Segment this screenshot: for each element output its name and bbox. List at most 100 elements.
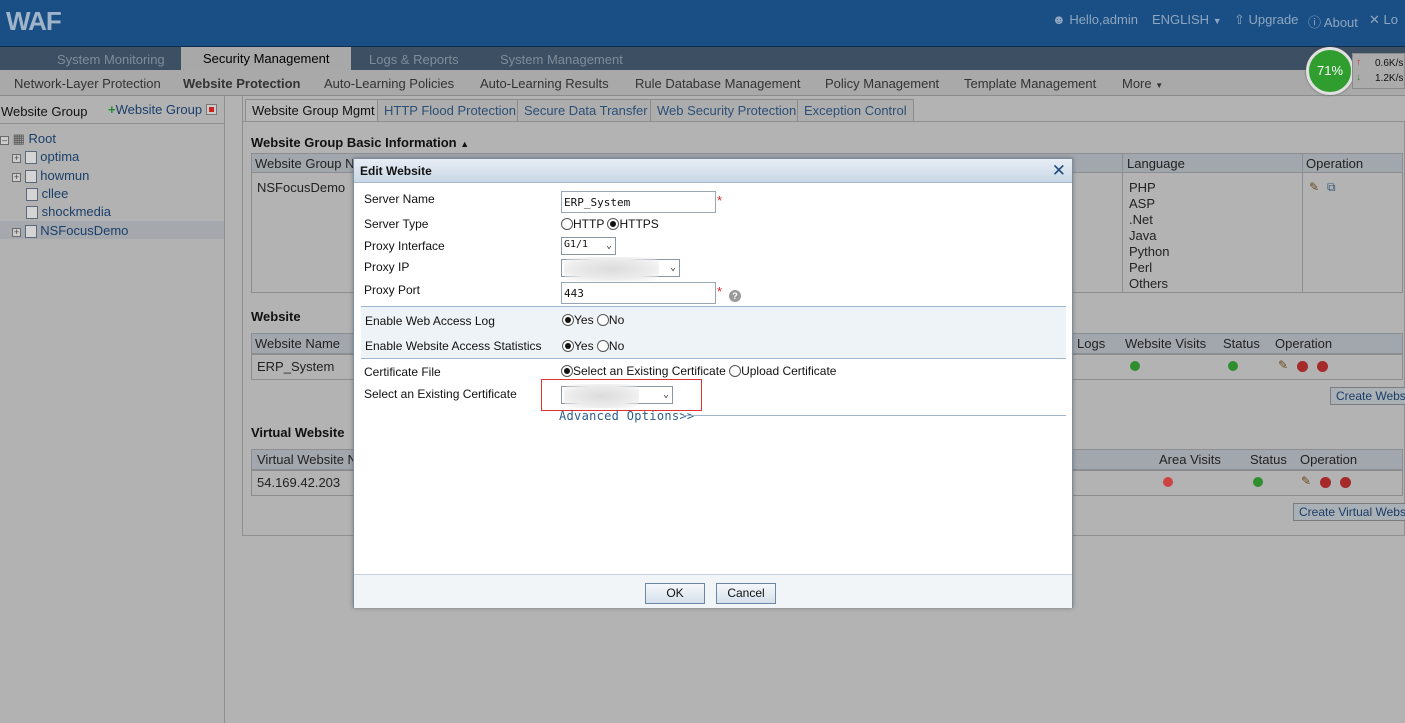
expand-icon: +	[12, 227, 21, 237]
proxy-interface-select[interactable]: G1/1 ⌄	[561, 237, 616, 255]
subtab-network-layer[interactable]: Network-Layer Protection	[14, 76, 161, 91]
edit-icon[interactable]: ✎	[1301, 474, 1311, 488]
proxy-interface-label: Proxy Interface	[364, 239, 445, 253]
stop-icon[interactable]	[1320, 477, 1331, 488]
cancel-button[interactable]: Cancel	[716, 583, 776, 604]
about-label: About	[1323, 15, 1358, 30]
tab-http-flood[interactable]: HTTP Flood Protection	[377, 99, 523, 121]
subtab-auto-learning-policies[interactable]: Auto-Learning Policies	[324, 76, 454, 91]
tree-node-optima[interactable]: + optima	[12, 149, 79, 165]
chevron-down-icon: ▼	[1155, 81, 1164, 90]
subtab-more[interactable]: More ▼	[1122, 76, 1163, 91]
ok-button[interactable]: OK	[645, 583, 705, 604]
access-log-radios: Yes No	[562, 313, 624, 327]
plus-icon: +	[108, 102, 116, 117]
create-website-button[interactable]: Create Webs	[1330, 387, 1405, 405]
tree-node-shockmedia[interactable]: shockmedia	[26, 204, 111, 220]
language-item: Perl	[1129, 260, 1153, 275]
document-icon	[26, 188, 38, 202]
col-status: Status	[1250, 452, 1287, 467]
subtab-rule-database[interactable]: Rule Database Management	[635, 76, 801, 91]
add-website-group-label: Website Group	[115, 102, 203, 117]
edit-icon[interactable]: ✎	[1309, 180, 1319, 194]
access-stats-label: Enable Website Access Statistics	[365, 339, 542, 353]
proxy-ip-select[interactable]: ⌄	[561, 257, 680, 281]
subtab-policy-management[interactable]: Policy Management	[825, 76, 939, 91]
cert-existing-radio[interactable]	[561, 365, 573, 377]
tab-secure-data-transfer[interactable]: Secure Data Transfer	[517, 99, 655, 121]
tab-website-group-mgmt[interactable]: Website Group Mgmt	[245, 99, 382, 121]
col-virtual-website-name: Virtual Website Na	[257, 452, 365, 467]
tree-node-label: NSFocusDemo	[40, 223, 129, 238]
tab-system-monitoring[interactable]: System Monitoring	[57, 49, 165, 70]
edit-icon[interactable]: ✎	[1278, 358, 1288, 372]
proxy-port-input[interactable]	[561, 282, 716, 304]
select-cert-label: Select an Existing Certificate	[364, 387, 517, 401]
collapse-icon: –	[0, 135, 9, 145]
blocked-icon	[1163, 477, 1173, 487]
tree-node-root[interactable]: – ▦ Root	[0, 131, 56, 147]
group-info-title[interactable]: Website Group Basic Information ▲	[251, 135, 469, 150]
http-radio[interactable]	[561, 218, 573, 230]
col-website-name: Website Name	[255, 336, 341, 351]
chevron-down-icon: ▼	[1212, 16, 1222, 26]
upgrade-link[interactable]: ⇧ Upgrade	[1234, 12, 1298, 28]
access-stats-yes-radio[interactable]	[562, 340, 574, 352]
delete-group-button[interactable]	[206, 104, 217, 115]
tab-logs-reports[interactable]: Logs & Reports	[369, 49, 459, 70]
access-log-no-radio[interactable]	[596, 314, 609, 326]
server-name-input[interactable]	[561, 191, 716, 213]
cert-upload-radio[interactable]	[729, 365, 742, 377]
tree-node-label: howmun	[40, 168, 90, 183]
logout-link[interactable]: ✕ Lo	[1369, 12, 1398, 28]
help-icon[interactable]: ?	[729, 290, 741, 302]
delete-icon[interactable]	[1340, 477, 1351, 488]
https-radio[interactable]	[607, 218, 620, 230]
upload-speed: 0.6K/s	[1375, 58, 1404, 69]
delete-icon[interactable]	[1317, 361, 1328, 372]
tree-node-label: shockmedia	[41, 204, 111, 219]
check-icon	[1253, 477, 1263, 487]
user-greeting[interactable]: ☻ Hello,admin	[1052, 12, 1138, 27]
virtual-section-title: Virtual Website	[251, 425, 345, 440]
load-gauge[interactable]: 71%	[1306, 47, 1354, 95]
certificate-select[interactable]: ⌄	[561, 384, 673, 408]
no-label: No	[608, 313, 625, 327]
subtab-website-protection[interactable]: Website Protection	[183, 76, 301, 91]
redacted-area	[564, 384, 639, 408]
add-website-group-button[interactable]: +Website Group	[108, 102, 202, 117]
close-icon[interactable]: ✕	[1052, 161, 1066, 181]
info-icon: ⓘ	[1308, 15, 1322, 30]
edit-website-dialog: Edit Website ✕ Server Name * Server Type…	[353, 158, 1073, 608]
language-item: .Net	[1129, 212, 1153, 227]
tree-node-howmun[interactable]: + howmun	[12, 168, 90, 184]
check-icon	[1130, 361, 1140, 371]
col-operation: Operation	[1300, 452, 1358, 467]
copy-icon[interactable]: ⧉	[1327, 180, 1336, 195]
about-link[interactable]: ⓘ About	[1308, 12, 1358, 31]
create-virtual-website-button[interactable]: Create Virtual Webs	[1293, 503, 1405, 521]
download-speed: 1.2K/s	[1375, 73, 1404, 84]
tree-node-nsfocusdemo[interactable]: + NSFocusDemo	[12, 223, 129, 239]
expand-icon: +	[12, 172, 21, 182]
tab-system-management[interactable]: System Management	[500, 49, 623, 70]
language-label: ENGLISH	[1152, 12, 1210, 27]
stop-icon[interactable]	[1297, 361, 1308, 372]
language-selector[interactable]: ENGLISH ▼	[1152, 12, 1222, 27]
tab-web-security[interactable]: Web Security Protection	[650, 99, 804, 121]
cert-file-radios: Select an Existing Certificate Upload Ce…	[561, 364, 836, 378]
tab-exception-control[interactable]: Exception Control	[797, 99, 914, 121]
website-section-title: Website	[251, 309, 301, 324]
subtab-template-management[interactable]: Template Management	[964, 76, 1096, 91]
upgrade-label: Upgrade	[1248, 12, 1299, 27]
tree-node-cllee[interactable]: cllee	[26, 186, 68, 202]
access-stats-radios: Yes No	[562, 339, 624, 353]
language-item: ASP	[1129, 196, 1156, 211]
access-stats-no-radio[interactable]	[596, 340, 609, 352]
subtab-auto-learning-results[interactable]: Auto-Learning Results	[480, 76, 609, 91]
access-log-yes-radio[interactable]	[562, 314, 574, 326]
tab-security-management[interactable]: Security Management	[181, 47, 352, 70]
advanced-options-link[interactable]: Advanced Options>>	[559, 409, 694, 423]
upgrade-icon: ⇧	[1234, 12, 1245, 27]
yes-label: Yes	[574, 339, 594, 353]
